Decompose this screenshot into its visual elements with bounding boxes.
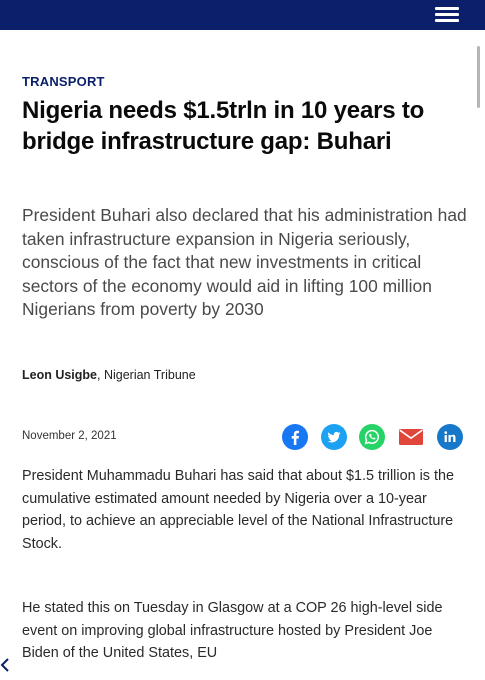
email-share-button[interactable] [398, 424, 424, 450]
article-category[interactable]: TRANSPORT [22, 74, 105, 89]
article-title: Nigeria needs $1.5trln in 10 years to br… [22, 97, 425, 155]
publication-name: , Nigerian Tribune [97, 368, 196, 382]
twitter-icon [321, 424, 347, 450]
twitter-share-button[interactable] [321, 424, 347, 450]
author-name[interactable]: Leon Usigbe [22, 368, 97, 382]
hamburger-menu-icon[interactable] [432, 5, 462, 25]
linkedin-icon [437, 424, 463, 450]
whatsapp-icon [359, 424, 385, 450]
article-paragraph: President Muhammadu Buhari has said that… [22, 468, 454, 552]
chevron-left-icon[interactable] [0, 657, 10, 673]
whatsapp-share-button[interactable] [359, 424, 385, 450]
scrollbar[interactable] [477, 46, 480, 108]
facebook-icon [282, 424, 308, 450]
facebook-share-button[interactable] [282, 424, 308, 450]
email-icon [399, 429, 423, 445]
article-summary: President Buhari also declared that his … [22, 205, 467, 319]
top-navbar [0, 0, 485, 30]
publish-date: November 2, 2021 [22, 430, 117, 442]
byline: Leon Usigbe, Nigerian Tribune [22, 368, 196, 382]
linkedin-share-button[interactable] [437, 424, 463, 450]
article-paragraph: He stated this on Tuesday in Glasgow at … [22, 600, 443, 661]
